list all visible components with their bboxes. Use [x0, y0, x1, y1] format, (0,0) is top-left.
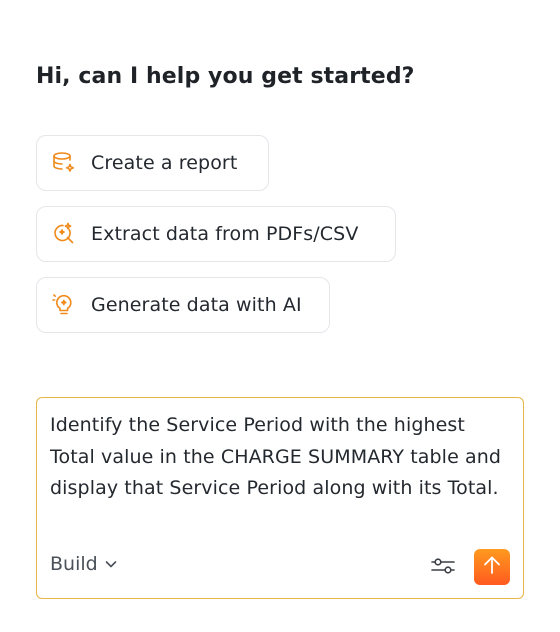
- prompt-composer[interactable]: Identify the Service Period with the hig…: [36, 397, 524, 599]
- settings-button[interactable]: [426, 551, 460, 585]
- lightbulb-sparkle-icon: [51, 292, 77, 318]
- search-sparkle-icon: [51, 221, 77, 247]
- chat-start-page: Hi, can I help you get started? Create a…: [0, 0, 560, 632]
- suggestion-label: Create a report: [91, 152, 238, 174]
- mode-label: Build: [50, 553, 98, 575]
- send-button[interactable]: [474, 549, 510, 585]
- suggestion-generate-data[interactable]: Generate data with AI: [36, 277, 330, 333]
- suggestion-label: Extract data from PDFs/CSV: [91, 223, 359, 245]
- chevron-down-icon: [104, 557, 118, 571]
- mode-dropdown[interactable]: Build: [50, 553, 118, 575]
- database-sparkle-icon: [51, 150, 77, 176]
- suggestion-extract-data[interactable]: Extract data from PDFs/CSV: [36, 206, 396, 262]
- prompt-input[interactable]: Identify the Service Period with the hig…: [50, 410, 512, 505]
- sliders-icon: [430, 554, 456, 582]
- greeting-heading: Hi, can I help you get started?: [36, 64, 415, 89]
- suggestion-create-report[interactable]: Create a report: [36, 135, 269, 191]
- arrow-up-icon: [481, 554, 503, 580]
- suggestion-label: Generate data with AI: [91, 294, 302, 316]
